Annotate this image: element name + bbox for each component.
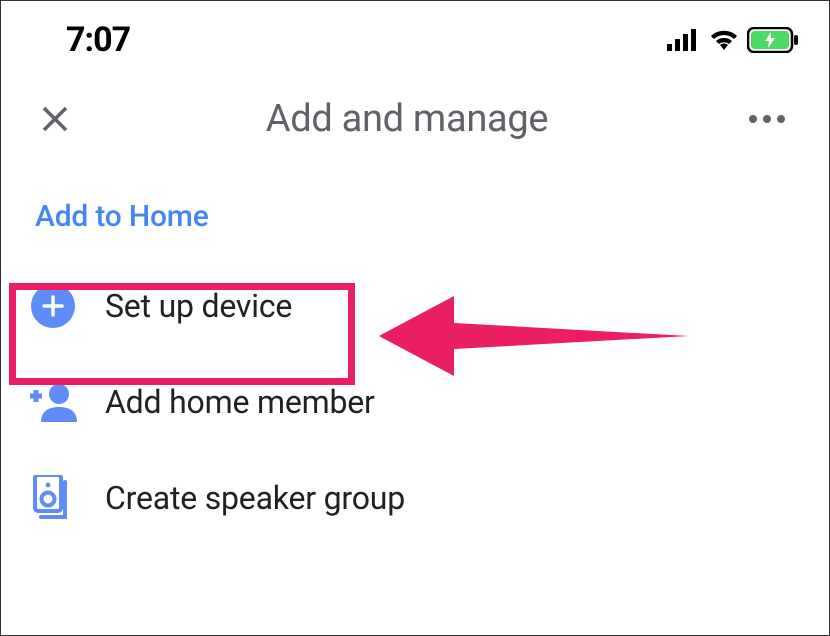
menu-label-setup: Set up device (105, 287, 292, 325)
menu-item-setup-device[interactable]: Set up device (1, 258, 829, 354)
status-icons (667, 27, 799, 53)
menu-item-add-member[interactable]: Add home member (1, 354, 829, 450)
close-icon[interactable] (37, 105, 73, 133)
status-bar: 7:07 (1, 1, 829, 73)
plus-circle-icon (31, 284, 75, 328)
more-icon[interactable] (741, 107, 793, 131)
battery-charging-icon (747, 27, 799, 53)
page-title: Add and manage (266, 97, 549, 141)
header: Add and manage (1, 73, 829, 169)
menu-item-speaker-group[interactable]: Create speaker group (1, 450, 829, 546)
section-title: Add to Home (1, 169, 829, 258)
wifi-icon (708, 28, 740, 52)
speaker-group-icon (33, 475, 73, 521)
menu-label-speaker: Create speaker group (105, 479, 405, 517)
status-time: 7:07 (66, 20, 130, 60)
menu-label-member: Add home member (105, 383, 375, 421)
cellular-icon (667, 29, 701, 51)
add-person-icon (29, 382, 77, 422)
